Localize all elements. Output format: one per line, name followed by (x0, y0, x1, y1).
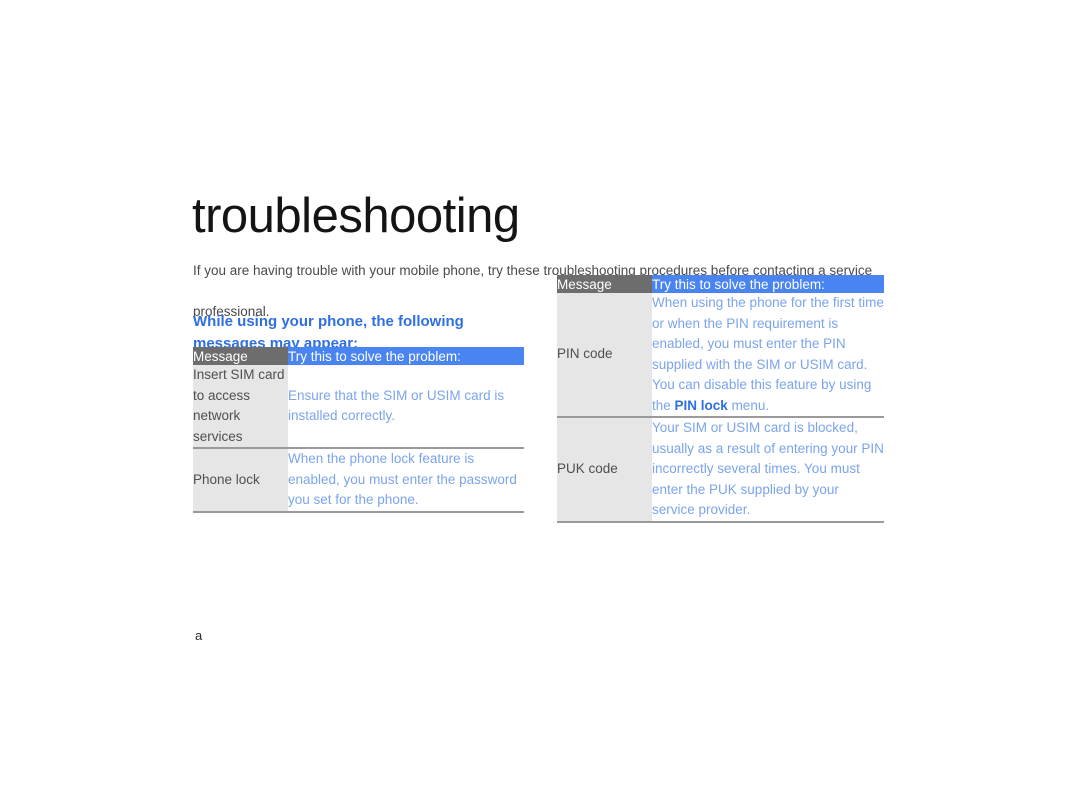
cell-message: PIN code (557, 293, 652, 417)
column-header-solution: Try this to solve the problem: (288, 347, 524, 365)
column-header-solution: Try this to solve the problem: (652, 275, 884, 293)
cell-solution: When using the phone for the first time … (652, 293, 884, 417)
cell-solution: When the phone lock feature is enabled, … (288, 447, 524, 513)
cell-message: Phone lock (193, 447, 288, 513)
cell-message: Insert SIM card to access network servic… (193, 365, 288, 448)
table-header-row: Message Try this to solve the problem: (557, 275, 884, 293)
cell-solution-text-post: menu. (727, 397, 770, 413)
page-title: troubleshooting (192, 188, 520, 243)
document-page: troubleshooting If you are having troubl… (0, 0, 1080, 808)
cell-solution-emphasis: PIN lock (674, 397, 728, 413)
table-row: PIN code When using the phone for the fi… (557, 293, 884, 417)
cell-solution: Your SIM or USIM card is blocked, usuall… (652, 416, 884, 523)
column-header-message: Message (193, 347, 288, 365)
table-header-row: Message Try this to solve the problem: (193, 347, 524, 365)
cell-solution-text-pre: When using the phone for the first time … (652, 295, 884, 413)
table-row: Insert SIM card to access network servic… (193, 365, 524, 448)
messages-table-left: Message Try this to solve the problem: I… (193, 347, 524, 513)
messages-table-right: Message Try this to solve the problem: P… (557, 275, 884, 523)
page-number-marker: a (195, 628, 203, 643)
table-row: PUK code Your SIM or USIM card is blocke… (557, 416, 884, 523)
cell-message: PUK code (557, 416, 652, 523)
column-header-message: Message (557, 275, 652, 293)
cell-solution: Ensure that the SIM or USIM card is inst… (288, 365, 524, 448)
table-row: Phone lock When the phone lock feature i… (193, 447, 524, 513)
